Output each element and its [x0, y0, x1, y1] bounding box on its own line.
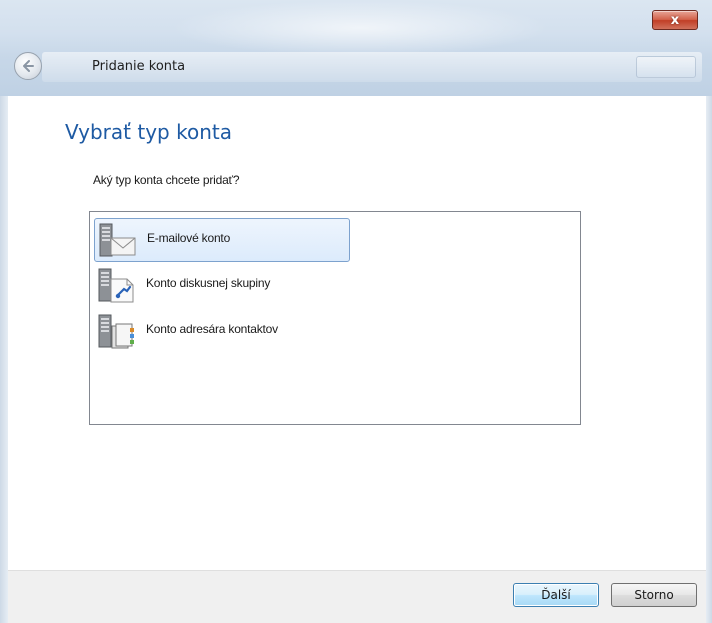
- list-item-directory-account[interactable]: Konto adresára kontaktov: [94, 310, 350, 354]
- dialog-footer: [8, 570, 706, 623]
- window-right-border: [706, 96, 712, 623]
- account-type-question: Aký typ konta chcete pridať?: [93, 173, 240, 187]
- page-title: Vybrať typ konta: [65, 120, 232, 144]
- newsgroup-account-icon: [98, 268, 134, 303]
- add-account-dialog: x Pridanie konta Vybrať typ konta Aký ty…: [0, 0, 712, 623]
- header-help-area: [636, 56, 696, 78]
- list-item-newsgroup-account[interactable]: Konto diskusnej skupiny: [94, 264, 350, 308]
- close-icon: x: [670, 12, 680, 28]
- email-account-icon: [99, 223, 136, 257]
- back-arrow-icon: [23, 60, 34, 72]
- list-item-label: Konto diskusnej skupiny: [146, 276, 271, 290]
- glass-highlight: [170, 0, 550, 56]
- list-item-label: Konto adresára kontaktov: [146, 322, 278, 336]
- dialog-title: Pridanie konta: [92, 59, 186, 74]
- back-button[interactable]: [14, 52, 42, 80]
- close-button[interactable]: x: [652, 10, 698, 30]
- list-item-email-account[interactable]: E-mailové konto: [94, 218, 350, 262]
- cancel-button[interactable]: Storno: [611, 583, 697, 607]
- window-left-border: [0, 96, 8, 623]
- list-item-label: E-mailové konto: [147, 231, 231, 245]
- directory-account-icon: [98, 314, 134, 349]
- account-type-list[interactable]: E-mailové konto Konto diskusnej skupiny: [89, 211, 581, 425]
- next-button[interactable]: Ďalší: [513, 583, 599, 607]
